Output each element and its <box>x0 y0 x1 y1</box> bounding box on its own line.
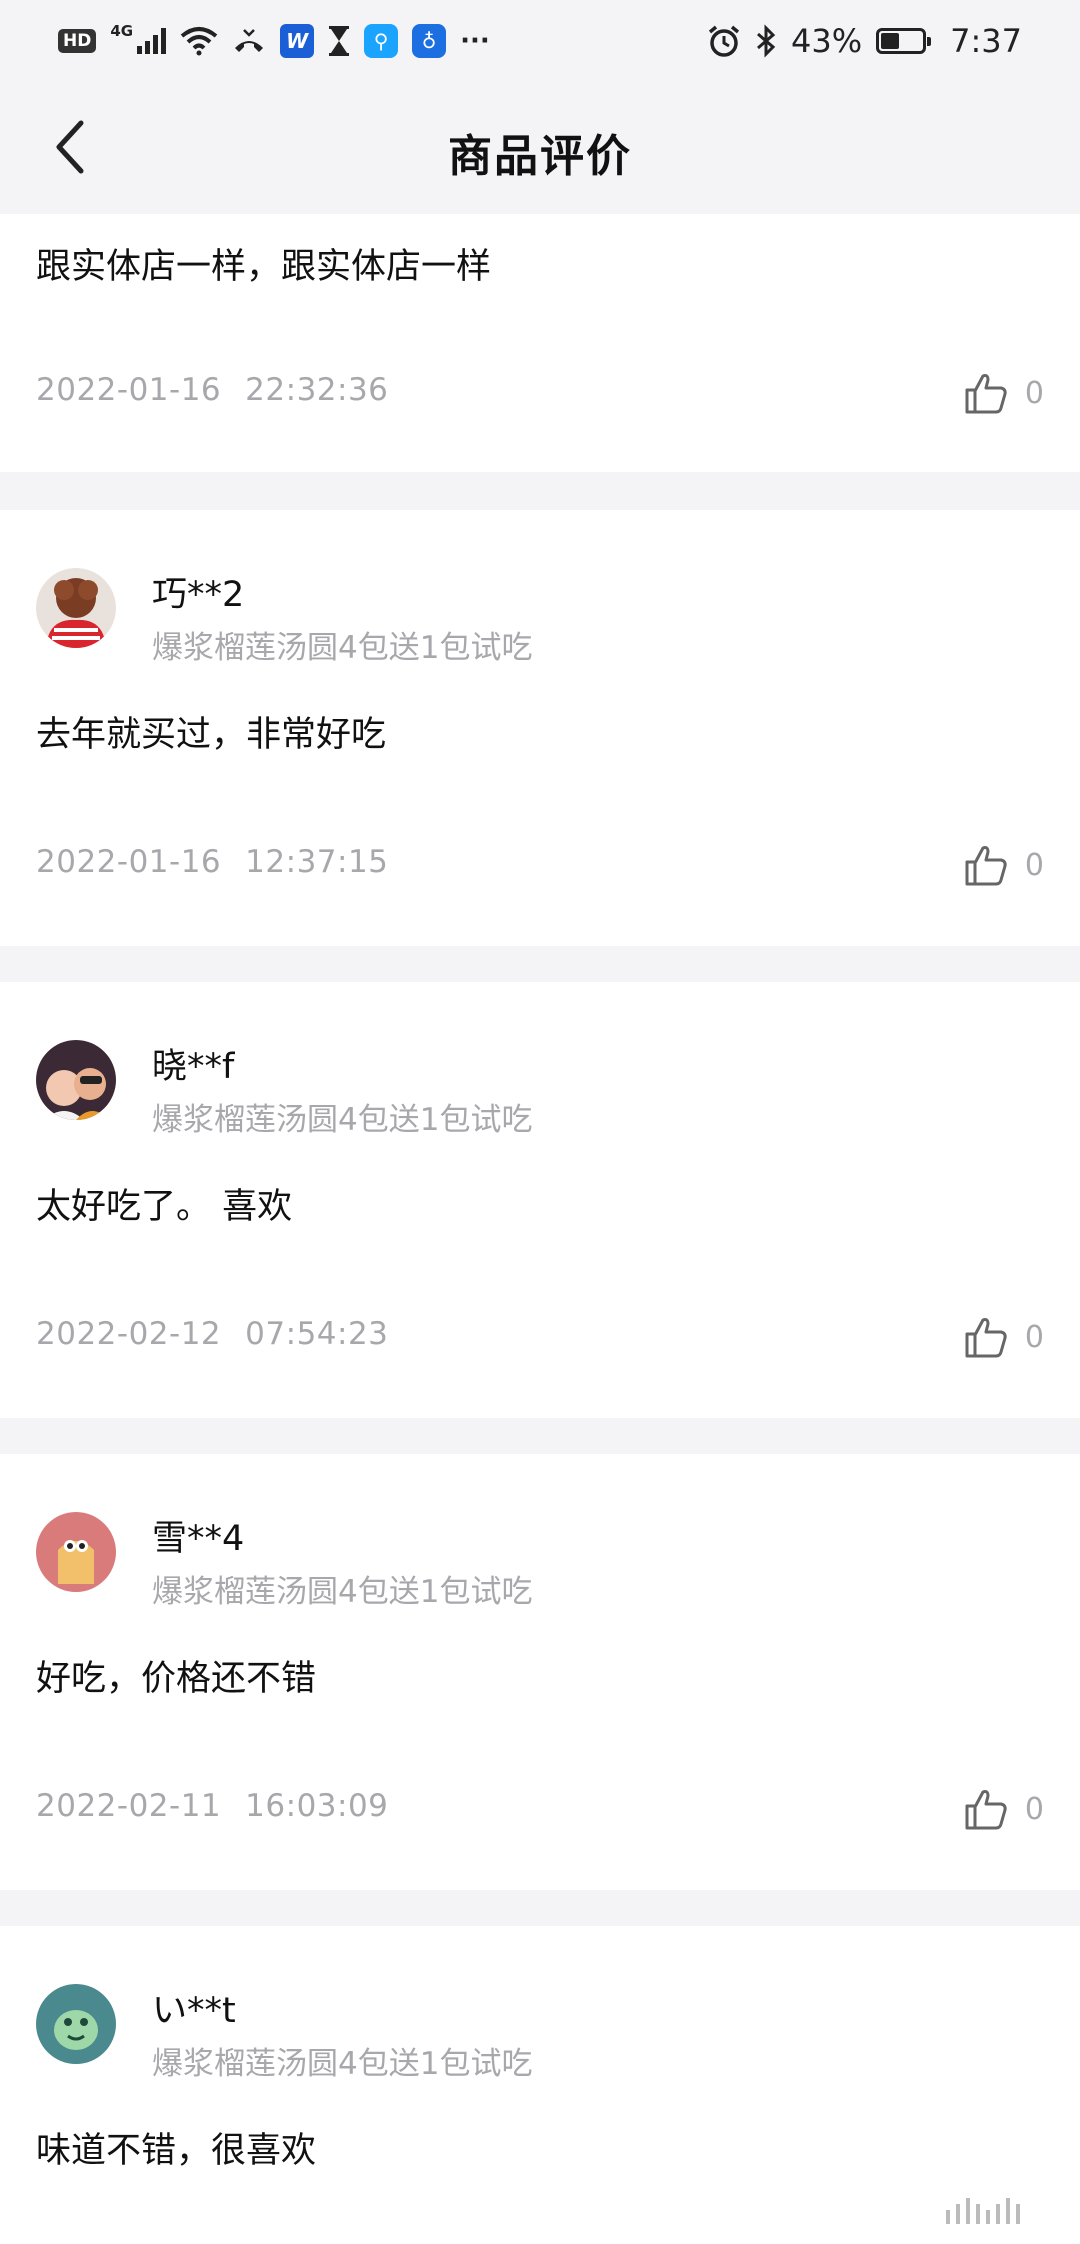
review-datetime: 2022-02-12 07:54:23 <box>36 1316 388 1352</box>
wifi-icon <box>180 27 218 56</box>
review-datetime: 2022-01-16 12:37:15 <box>36 844 388 880</box>
review-username: 雪**4 <box>152 1519 245 1559</box>
network-type: 4G <box>110 22 134 40</box>
review-card: 跟实体店一样，跟实体店一样 2022-01-16 22:32:36 0 <box>0 214 1080 472</box>
review-content: 好吃，价格还不错 <box>36 1659 317 1699</box>
review-datetime: 2022-01-16 22:32:36 <box>36 372 388 408</box>
like-button[interactable]: 0 <box>963 1312 1044 1362</box>
review-time: 12:37:15 <box>245 844 389 880</box>
avatar[interactable] <box>36 1512 116 1592</box>
thumbs-up-icon <box>965 846 1007 886</box>
review-datetime: 2022-02-11 16:03:09 <box>36 1788 388 1824</box>
review-time: 07:54:23 <box>245 1316 389 1352</box>
review-date: 2022-01-16 <box>36 372 222 408</box>
review-time: 22:32:36 <box>245 372 389 408</box>
hourglass-icon <box>329 26 350 56</box>
alarm-icon <box>708 25 740 57</box>
signal-icon <box>137 28 167 54</box>
thumbs-up-icon <box>965 1790 1007 1830</box>
scroll-hint-icon <box>946 2198 1020 2224</box>
missed-call-icon <box>235 29 264 52</box>
battery-percent: 43% <box>791 22 863 60</box>
review-content: 味道不错，很喜欢 <box>36 2131 317 2171</box>
status-bar: HD 4G W ⚲ ♁ ··· 43% 7:37 <box>0 0 1080 82</box>
review-date: 2022-02-12 <box>36 1316 222 1352</box>
avatar[interactable] <box>36 568 116 648</box>
review-product: 爆浆榴莲汤圆4包送1包试吃 <box>152 1102 533 1138</box>
like-count: 0 <box>1024 1791 1044 1827</box>
avatar[interactable] <box>36 1984 116 2064</box>
battery-icon <box>876 28 932 54</box>
review-username: 晓**f <box>152 1047 235 1087</box>
review-content: 跟实体店一样，跟实体店一样 <box>36 247 492 287</box>
avatar[interactable] <box>36 1040 116 1120</box>
search-app-icon: ⚲ <box>364 24 399 58</box>
nav-header: 商品评价 <box>0 82 1080 212</box>
review-date: 2022-01-16 <box>36 844 222 880</box>
review-card: い**t 爆浆榴莲汤圆4包送1包试吃 味道不错，很喜欢 <box>0 1926 1080 2244</box>
like-button[interactable]: 0 <box>963 840 1044 890</box>
more-icon: ··· <box>460 26 490 56</box>
review-content: 去年就买过，非常好吃 <box>36 715 387 755</box>
review-username: い**t <box>152 1991 236 2031</box>
like-count: 0 <box>1024 847 1044 883</box>
clock: 7:37 <box>950 22 1022 60</box>
review-card: 雪**4 爆浆榴莲汤圆4包送1包试吃 好吃，价格还不错 2022-02-11 16… <box>0 1454 1080 1890</box>
like-button[interactable]: 0 <box>963 368 1044 418</box>
review-product: 爆浆榴莲汤圆4包送1包试吃 <box>152 630 533 666</box>
review-time: 16:03:09 <box>245 1788 389 1824</box>
like-count: 0 <box>1024 1319 1044 1355</box>
like-count: 0 <box>1024 375 1044 411</box>
app-w-icon: W <box>280 24 315 58</box>
review-product: 爆浆榴莲汤圆4包送1包试吃 <box>152 2046 533 2082</box>
bulb-app-icon: ♁ <box>412 24 447 58</box>
review-product: 爆浆榴莲汤圆4包送1包试吃 <box>152 1574 533 1610</box>
review-username: 巧**2 <box>152 575 245 615</box>
review-card: 巧**2 爆浆榴莲汤圆4包送1包试吃 去年就买过，非常好吃 2022-01-16… <box>0 510 1080 946</box>
page-title: 商品评价 <box>448 131 632 182</box>
hd-icon: HD <box>58 29 97 53</box>
review-content: 太好吃了。 喜欢 <box>36 1187 293 1227</box>
thumbs-up-icon <box>965 1318 1007 1358</box>
bluetooth-icon <box>757 24 776 58</box>
thumbs-up-icon <box>965 374 1007 414</box>
like-button[interactable]: 0 <box>963 1784 1044 1834</box>
review-card: 晓**f 爆浆榴莲汤圆4包送1包试吃 太好吃了。 喜欢 2022-02-12 07… <box>0 982 1080 1418</box>
review-date: 2022-02-11 <box>36 1788 222 1824</box>
